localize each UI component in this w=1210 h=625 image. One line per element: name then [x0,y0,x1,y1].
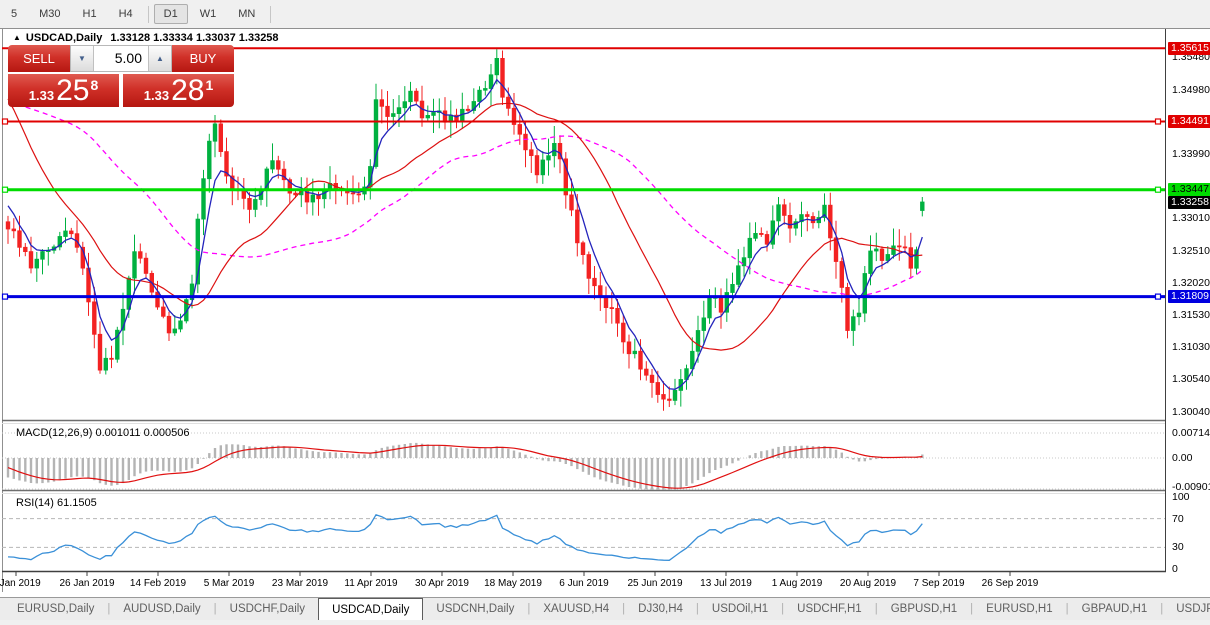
buy-price-main: 28 [171,76,204,106]
ma-slow-line [8,104,922,296]
price-tick-label: 1.30040 [1172,406,1210,418]
date-tick-label: 18 May 2019 [484,578,542,589]
status-strip [0,620,1210,625]
hline-handle[interactable] [3,294,8,299]
tab-audusd-daily[interactable]: AUDUSD,Daily [110,598,213,620]
timeframe-mn[interactable]: MN [228,4,265,24]
date-tick-label: 5 Mar 2019 [204,578,255,589]
tab-usdchf-h1[interactable]: USDCHF,H1 [784,598,875,620]
price-tick-label: 1.32510 [1172,245,1210,257]
timeframe-h1[interactable]: H1 [73,4,107,24]
tab-gbpusd-h1[interactable]: GBPUSD,H1 [878,598,970,620]
tab-usdchf-daily[interactable]: USDCHF,Daily [217,598,318,620]
date-tick-label: 11 Apr 2019 [344,578,397,589]
toolbar-separator [270,6,271,23]
tab-usdoil-h1[interactable]: USDOil,H1 [699,598,781,620]
axis-ticks [16,57,1170,576]
price-tick-label: 1.30540 [1172,373,1210,385]
date-tick-label: 23 Mar 2019 [272,578,328,589]
tab-usdcnh-daily[interactable]: USDCNH,Daily [423,598,527,620]
date-tick-label: 1 Aug 2019 [772,578,823,589]
rsi-pane [2,515,1165,561]
timeframe-w1[interactable]: W1 [190,4,227,24]
chart-symbol-label: USDCAD,Daily [26,32,102,44]
toolbar-separator [148,6,149,23]
timeframe-m30[interactable]: M30 [29,4,70,24]
macd-pane [2,433,1165,491]
tab-eurusd-h1[interactable]: EURUSD,H1 [973,598,1065,620]
sell-price-prefix: 1.33 [29,88,54,103]
rsi-line [8,515,922,561]
hline-handle[interactable] [3,119,8,124]
price-badge: 1.31809 [1168,290,1210,303]
tab-usdcad-daily[interactable]: USDCAD,Daily [318,598,423,620]
price-badge: 1.33447 [1168,183,1210,196]
date-tick-label: 26 Sep 2019 [982,578,1039,589]
date-tick-label: 8 Jan 2019 [0,578,41,589]
price-axis[interactable]: 1.354801.349801.339901.330101.325101.320… [1166,29,1210,592]
date-tick-label: 6 Jun 2019 [559,578,609,589]
rsi-indicator-label: RSI(14) 61.1505 [16,497,97,509]
date-tick-label: 25 Jun 2019 [627,578,682,589]
sell-price-pip: 8 [90,77,98,93]
timeframe-5[interactable]: 5 [1,4,27,24]
ma-medium-line [8,99,922,350]
chart-title: ▲ USDCAD,Daily 1.33128 1.33334 1.33037 1.3… [13,32,279,44]
macd-indicator-label: MACD(12,26,9) 0.001011 0.000506 [16,427,189,439]
price-tick-label: 1.33010 [1172,212,1210,224]
buy-price-tile[interactable]: 1.33 28 1 [123,74,234,107]
rsi-axis-label: 0 [1172,563,1178,575]
volume-decrease-icon[interactable]: ▼ [71,46,94,71]
one-click-trade-widget: SELL ▼ 5.00 ▲ BUY 1.33 25 8 1.33 28 1 [8,45,234,107]
date-tick-label: 14 Feb 2019 [130,578,186,589]
tab-gbpaud-h1[interactable]: GBPAUD,H1 [1069,598,1161,620]
date-tick-label: 13 Jul 2019 [700,578,752,589]
buy-price-pip: 1 [205,77,213,93]
volume-input[interactable]: 5.00 [94,46,148,71]
hline-handle[interactable] [1156,187,1161,192]
volume-spinner: ▼ 5.00 ▲ [70,45,172,72]
buy-button[interactable]: BUY [172,45,234,72]
pane-frames [0,29,1210,593]
price-badge: 1.34491 [1168,115,1210,128]
date-tick-label: 30 Apr 2019 [415,578,469,589]
sell-price-tile[interactable]: 1.33 25 8 [8,74,119,107]
volume-increase-icon[interactable]: ▲ [148,46,171,71]
price-tick-label: 1.32020 [1172,277,1210,289]
date-tick-label: 20 Aug 2019 [840,578,896,589]
date-tick-label: 26 Jan 2019 [59,578,114,589]
moving-averages [8,80,922,390]
chart-collapse-icon[interactable]: ▲ [13,33,21,42]
rsi-axis-label: 30 [1172,541,1184,553]
tab-eurusd-daily[interactable]: EURUSD,Daily [4,598,107,620]
tab-dj30-h4[interactable]: DJ30,H4 [625,598,696,620]
timeframe-h4[interactable]: H4 [109,4,143,24]
macd-axis-label: 0.00714 [1172,427,1210,439]
rsi-axis-label: 100 [1172,491,1190,503]
buy-price-prefix: 1.33 [144,88,169,103]
hline-handle[interactable] [1156,294,1161,299]
hline-handle[interactable] [3,187,8,192]
timeframe-toolbar: 5M30H1H4 D1W1MN [0,0,1210,28]
price-tick-label: 1.34980 [1172,84,1210,96]
trading-terminal-window: 5M30H1H4D1W1MN ▲USDCAD,Daily1.33128 1.33… [0,0,1210,625]
chart-ohlc-values: 1.33128 1.33334 1.33037 1.33258 [110,32,278,44]
macd-signal-line [8,445,922,488]
tab-usdjp[interactable]: USDJP [1163,598,1210,620]
price-tick-label: 1.33990 [1172,148,1210,160]
timeframe-d1[interactable]: D1 [154,4,188,24]
price-tick-label: 1.31530 [1172,309,1210,321]
price-badge: 1.33258 [1168,196,1210,209]
ma-fast-line [8,80,922,390]
price-tick-label: 1.31030 [1172,341,1210,353]
sell-price-main: 25 [56,76,89,106]
rsi-axis-label: 70 [1172,513,1184,525]
tab-xauusd-h4[interactable]: XAUUSD,H4 [530,598,622,620]
hline-handle[interactable] [1156,119,1161,124]
macd-axis-label: 0.00 [1172,452,1192,464]
date-tick-label: 7 Sep 2019 [913,578,964,589]
sell-button[interactable]: SELL [8,45,70,72]
price-badge: 1.35615 [1168,42,1210,55]
chart-tab-bar: EURUSD,Daily|AUDUSD,Daily|USDCHF,DailyUS… [0,597,1210,620]
